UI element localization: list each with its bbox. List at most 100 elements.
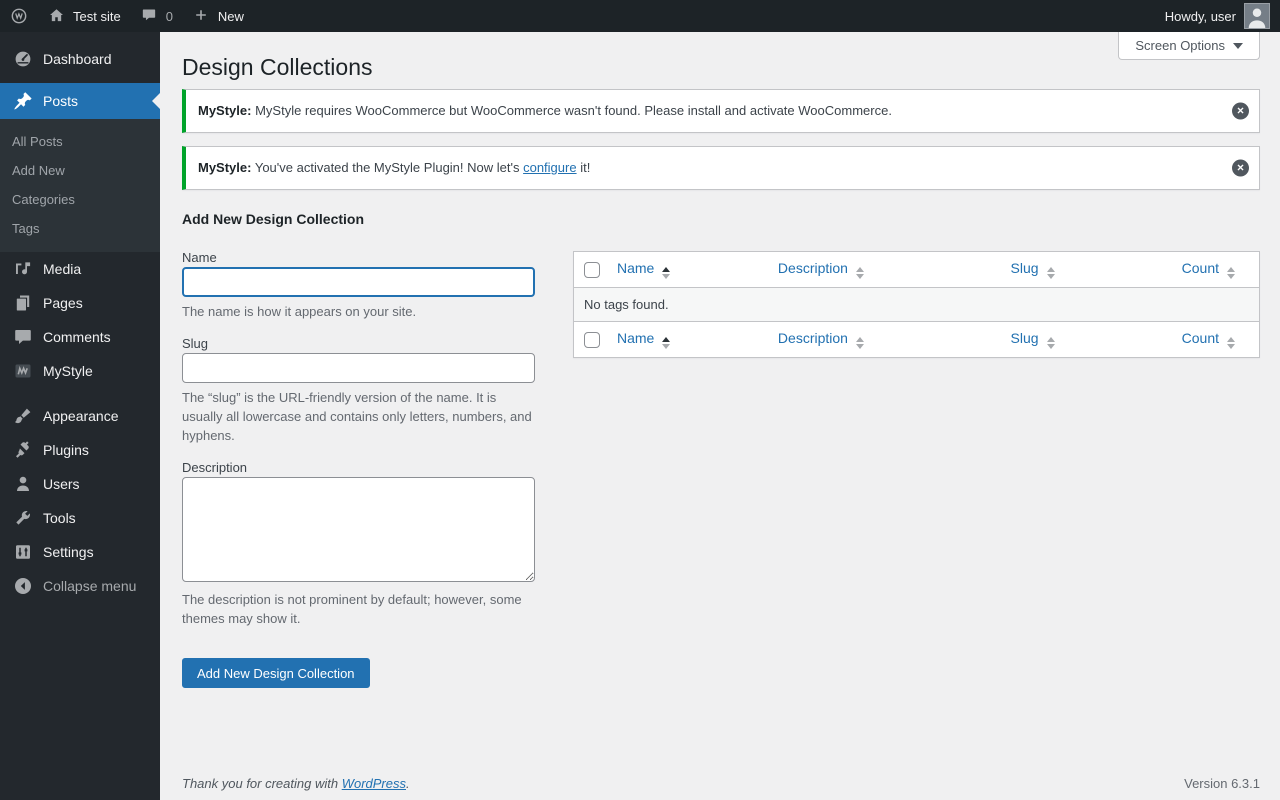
sidebar-label: Plugins: [43, 442, 89, 458]
sidebar-item-settings[interactable]: Settings: [0, 535, 160, 569]
sidebar-label: Pages: [43, 295, 83, 311]
settings-icon: [13, 542, 33, 562]
terms-table: Name Description Slug Count: [573, 251, 1260, 358]
sidebar-item-posts[interactable]: Posts: [0, 83, 160, 119]
slug-input[interactable]: [182, 353, 535, 383]
slug-help-text: The “slug” is the URL-friendly version o…: [182, 388, 535, 445]
admin-footer: Thank you for creating with WordPress. V…: [182, 776, 1260, 791]
sidebar-item-plugins[interactable]: Plugins: [0, 433, 160, 467]
sort-arrows-icon: [662, 267, 670, 279]
column-header-link[interactable]: Slug: [1011, 260, 1039, 276]
appearance-icon: [13, 406, 33, 426]
empty-table-row: No tags found.: [574, 288, 1259, 322]
screen-options-label: Screen Options: [1135, 38, 1225, 53]
name-label: Name: [182, 249, 535, 267]
comments-shortcut[interactable]: 0: [131, 0, 183, 32]
column-header-link[interactable]: Count: [1182, 260, 1219, 276]
wordpress-logo-icon: [10, 7, 28, 25]
submenu-categories[interactable]: Categories: [0, 185, 160, 214]
sidebar-label: Posts: [43, 93, 78, 109]
description-textarea[interactable]: [182, 477, 535, 582]
sidebar-label: Users: [43, 476, 80, 492]
slug-label: Slug: [182, 335, 535, 353]
notice-prefix: MyStyle:: [198, 160, 251, 175]
sidebar-label: Settings: [43, 544, 94, 560]
sidebar-label: Dashboard: [43, 51, 112, 67]
description-field-group: Description The description is not promi…: [182, 459, 535, 628]
column-footer-description[interactable]: Description: [768, 322, 1001, 357]
new-label: New: [218, 9, 244, 24]
column-header-link[interactable]: Description: [778, 260, 848, 276]
home-icon: [48, 7, 66, 25]
notice-prefix: MyStyle:: [198, 103, 251, 118]
sidebar-label: Appearance: [43, 408, 119, 424]
sidebar-item-tools[interactable]: Tools: [0, 501, 160, 535]
submenu-add-new[interactable]: Add New: [0, 156, 160, 185]
select-all-checkbox[interactable]: [584, 332, 600, 348]
howdy-text: Howdy, user: [1165, 9, 1236, 24]
sidebar-item-comments[interactable]: Comments: [0, 320, 160, 354]
column-header-slug[interactable]: Slug: [1001, 252, 1141, 288]
name-input[interactable]: [182, 267, 535, 297]
sidebar-label: MyStyle: [43, 363, 93, 379]
version-text: Version 6.3.1: [1184, 776, 1260, 791]
footer-thanks-text: Thank you for creating with: [182, 776, 342, 791]
notice-text: MyStyle requires WooCommerce but WooComm…: [251, 103, 891, 118]
slug-field-group: Slug The “slug” is the URL-friendly vers…: [182, 335, 535, 445]
sort-arrows-icon: [1047, 337, 1055, 349]
submenu-tags[interactable]: Tags: [0, 214, 160, 243]
sidebar-item-media[interactable]: Media: [0, 252, 160, 286]
column-footer-slug[interactable]: Slug: [1001, 322, 1141, 357]
comments-count: 0: [166, 9, 173, 24]
plus-icon: [193, 7, 211, 25]
collapse-menu-button[interactable]: Collapse menu: [0, 569, 160, 603]
sort-arrows-icon: [662, 337, 670, 349]
column-header-link[interactable]: Description: [778, 330, 848, 346]
sort-arrows-icon: [1047, 267, 1055, 279]
pin-icon: [13, 91, 33, 111]
wordpress-logo-menu[interactable]: [0, 0, 38, 32]
column-footer-count[interactable]: Count: [1141, 322, 1259, 357]
column-header-count[interactable]: Count: [1141, 252, 1259, 288]
column-header-link[interactable]: Name: [617, 260, 654, 276]
dismiss-notice-icon[interactable]: [1232, 160, 1249, 177]
notice-woocommerce-missing: MyStyle: MyStyle requires WooCommerce bu…: [182, 89, 1260, 133]
sidebar-label: Comments: [43, 329, 111, 345]
visit-site-link[interactable]: Test site: [38, 0, 131, 32]
site-name: Test site: [73, 9, 121, 24]
collapse-label: Collapse menu: [43, 578, 136, 594]
sidebar-item-appearance[interactable]: Appearance: [0, 399, 160, 433]
submenu-all-posts[interactable]: All Posts: [0, 127, 160, 156]
column-header-name[interactable]: Name: [607, 252, 768, 288]
sort-arrows-icon: [1227, 267, 1235, 279]
pages-icon: [13, 293, 33, 313]
sidebar-item-pages[interactable]: Pages: [0, 286, 160, 320]
media-icon: [13, 259, 33, 279]
column-header-link[interactable]: Slug: [1011, 330, 1039, 346]
sidebar-label: Tools: [43, 510, 76, 526]
my-account-menu[interactable]: Howdy, user: [1155, 3, 1280, 29]
column-header-description[interactable]: Description: [768, 252, 1001, 288]
column-header-link[interactable]: Name: [617, 330, 654, 346]
select-all-checkbox[interactable]: [584, 262, 600, 278]
chevron-down-icon: [1233, 43, 1243, 49]
add-new-design-collection-button[interactable]: Add New Design Collection: [182, 658, 370, 688]
screen-options-button[interactable]: Screen Options: [1118, 32, 1260, 60]
wordpress-link[interactable]: WordPress: [342, 776, 406, 791]
user-avatar: [1244, 3, 1270, 29]
sidebar-item-dashboard[interactable]: Dashboard: [0, 42, 160, 76]
column-footer-name[interactable]: Name: [607, 322, 768, 357]
notice-text: it!: [577, 160, 591, 175]
table-footer-row: Name Description Slug Count: [574, 322, 1259, 357]
sort-arrows-icon: [856, 267, 864, 279]
tools-icon: [13, 508, 33, 528]
configure-link[interactable]: configure: [523, 160, 576, 175]
page-title: Design Collections: [182, 32, 1260, 86]
sidebar-item-users[interactable]: Users: [0, 467, 160, 501]
name-help-text: The name is how it appears on your site.: [182, 302, 535, 321]
sidebar-item-mystyle[interactable]: MyStyle: [0, 354, 160, 388]
new-content-menu[interactable]: New: [183, 0, 254, 32]
terms-table-column: Name Description Slug Count: [573, 211, 1260, 358]
dismiss-notice-icon[interactable]: [1232, 103, 1249, 120]
column-header-link[interactable]: Count: [1182, 330, 1219, 346]
